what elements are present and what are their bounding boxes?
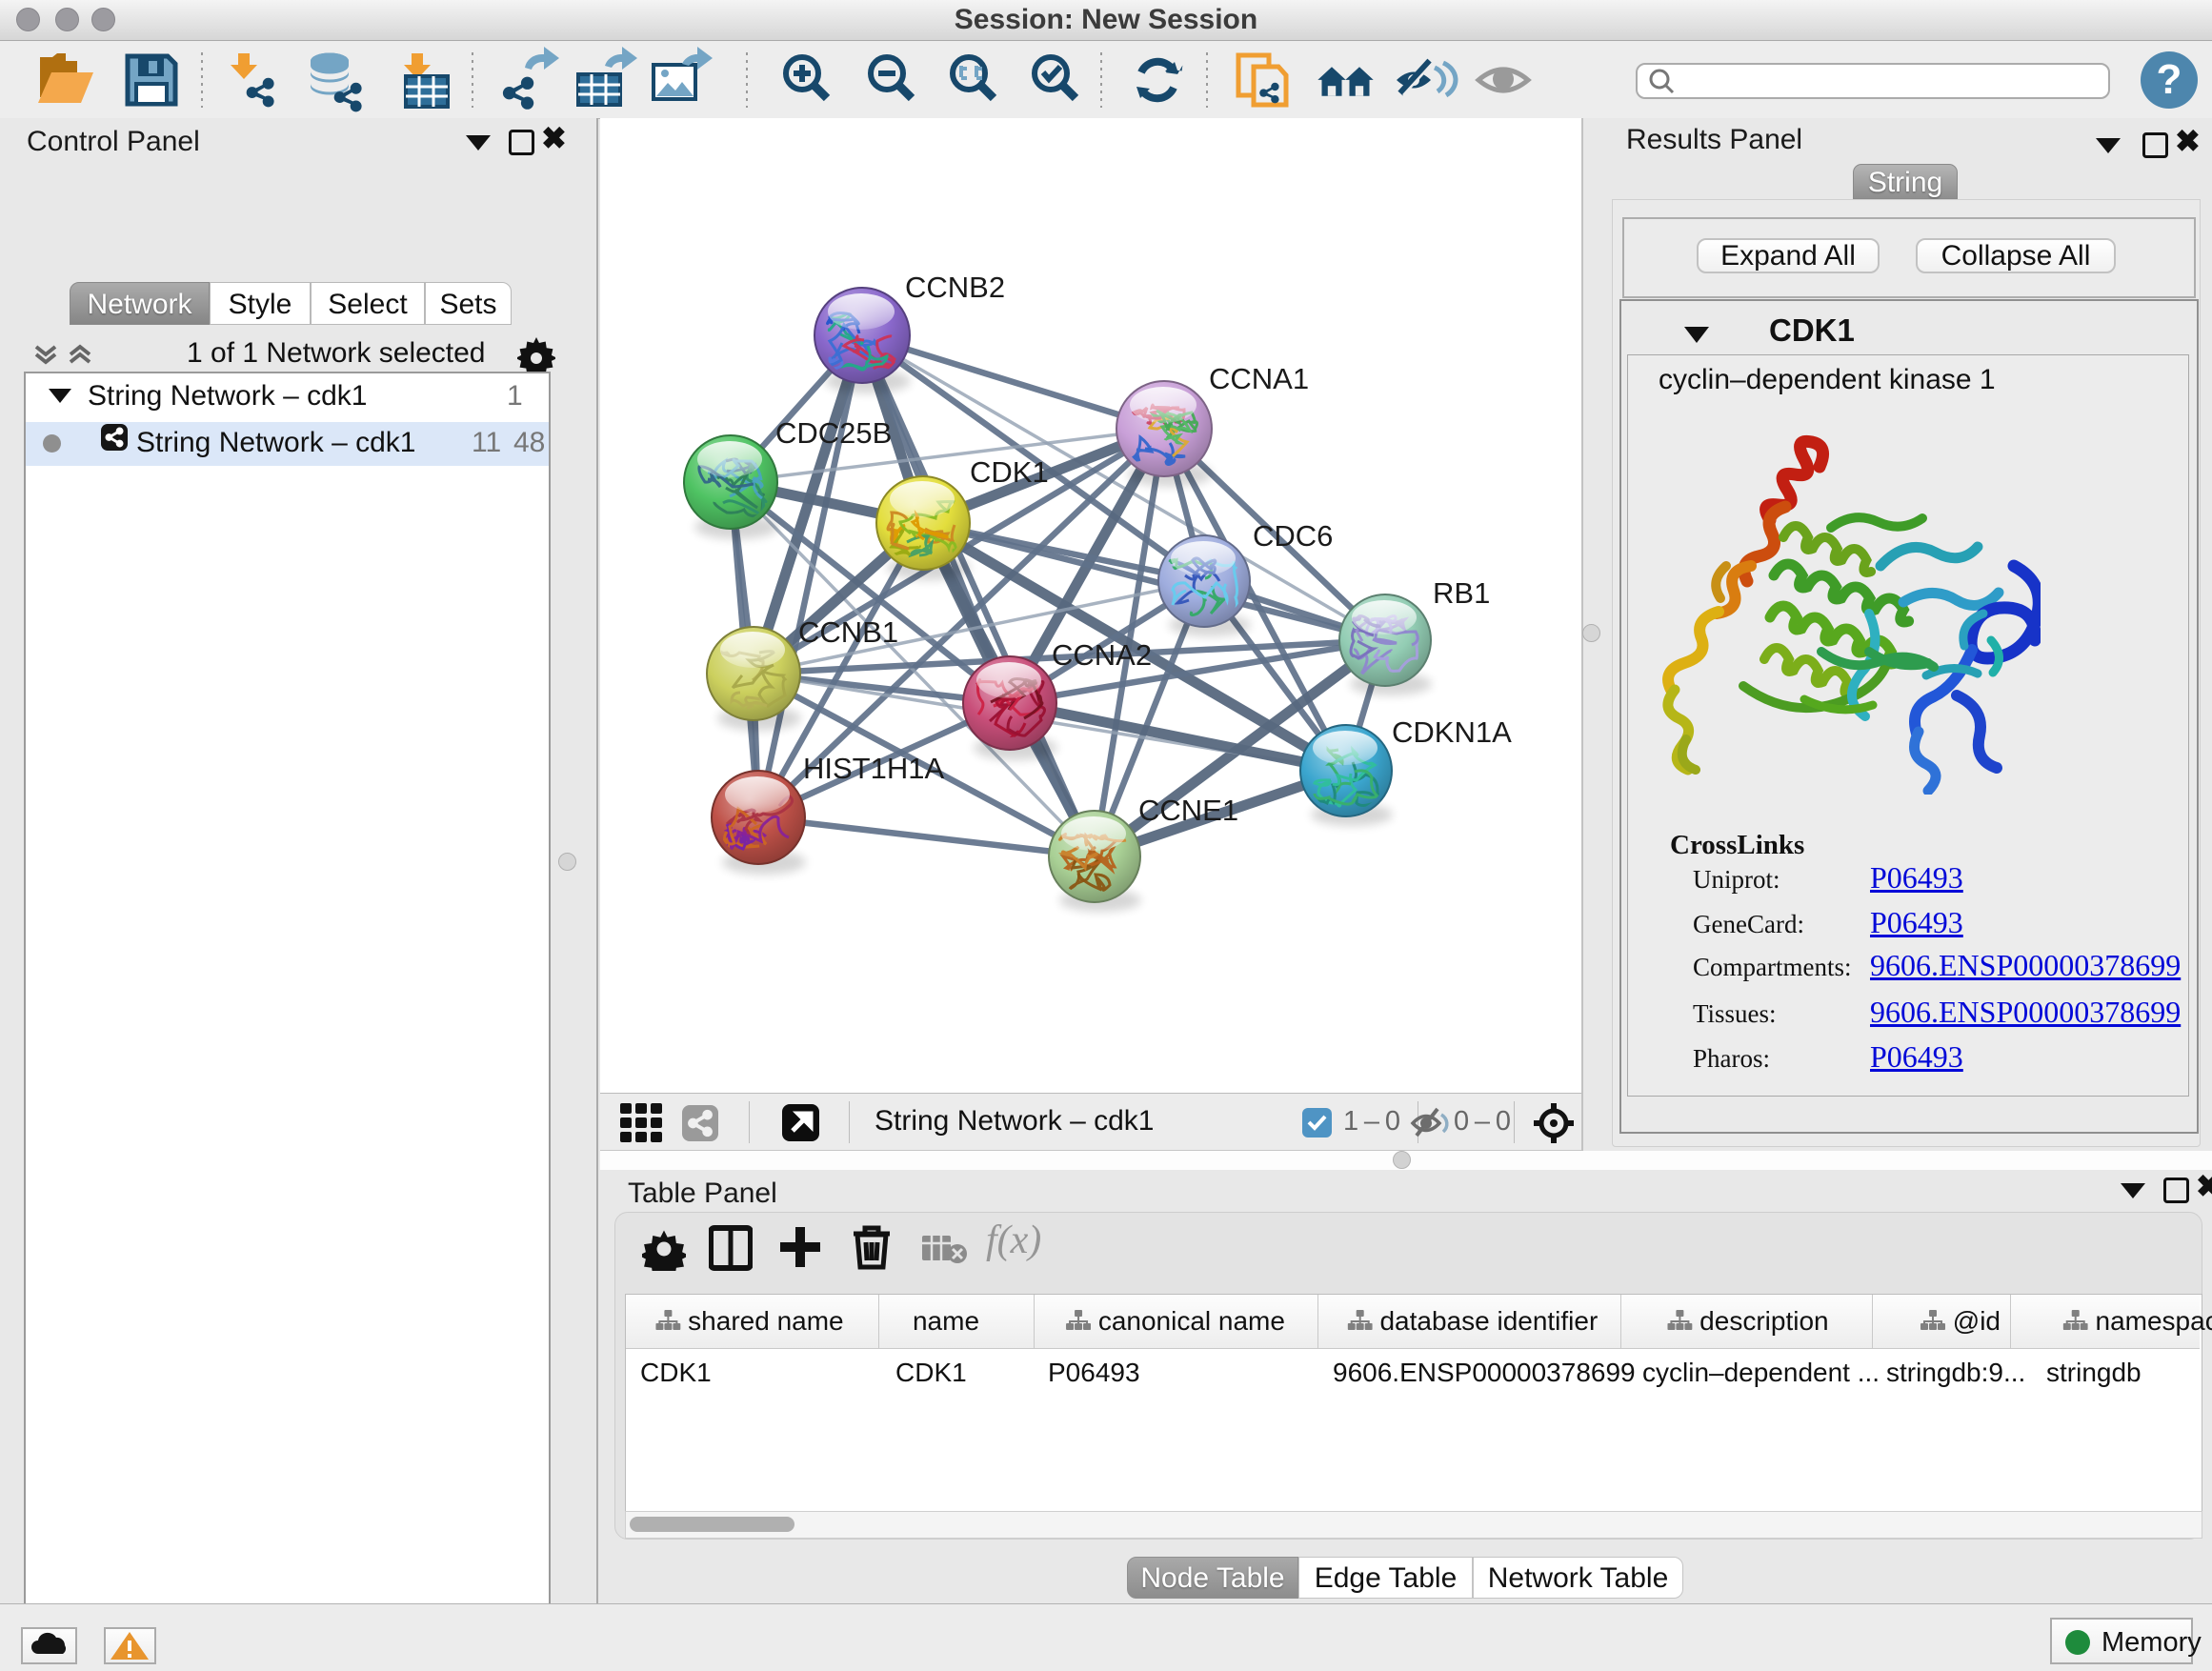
svg-text:HIST1H1A: HIST1H1A [803, 752, 944, 785]
svg-text:CDKN1A: CDKN1A [1392, 715, 1512, 749]
svg-text:RB1: RB1 [1433, 576, 1490, 610]
svg-text:CDK1: CDK1 [970, 455, 1049, 489]
svg-text:CCNE1: CCNE1 [1138, 794, 1238, 827]
svg-text:CCNB2: CCNB2 [905, 271, 1005, 304]
svg-text:CDC6: CDC6 [1253, 519, 1333, 553]
svg-text:CCNA2: CCNA2 [1052, 638, 1152, 672]
svg-text:CCNB1: CCNB1 [798, 615, 898, 649]
svg-text:CDC25B: CDC25B [775, 416, 892, 450]
svg-text:CCNA1: CCNA1 [1209, 362, 1309, 395]
